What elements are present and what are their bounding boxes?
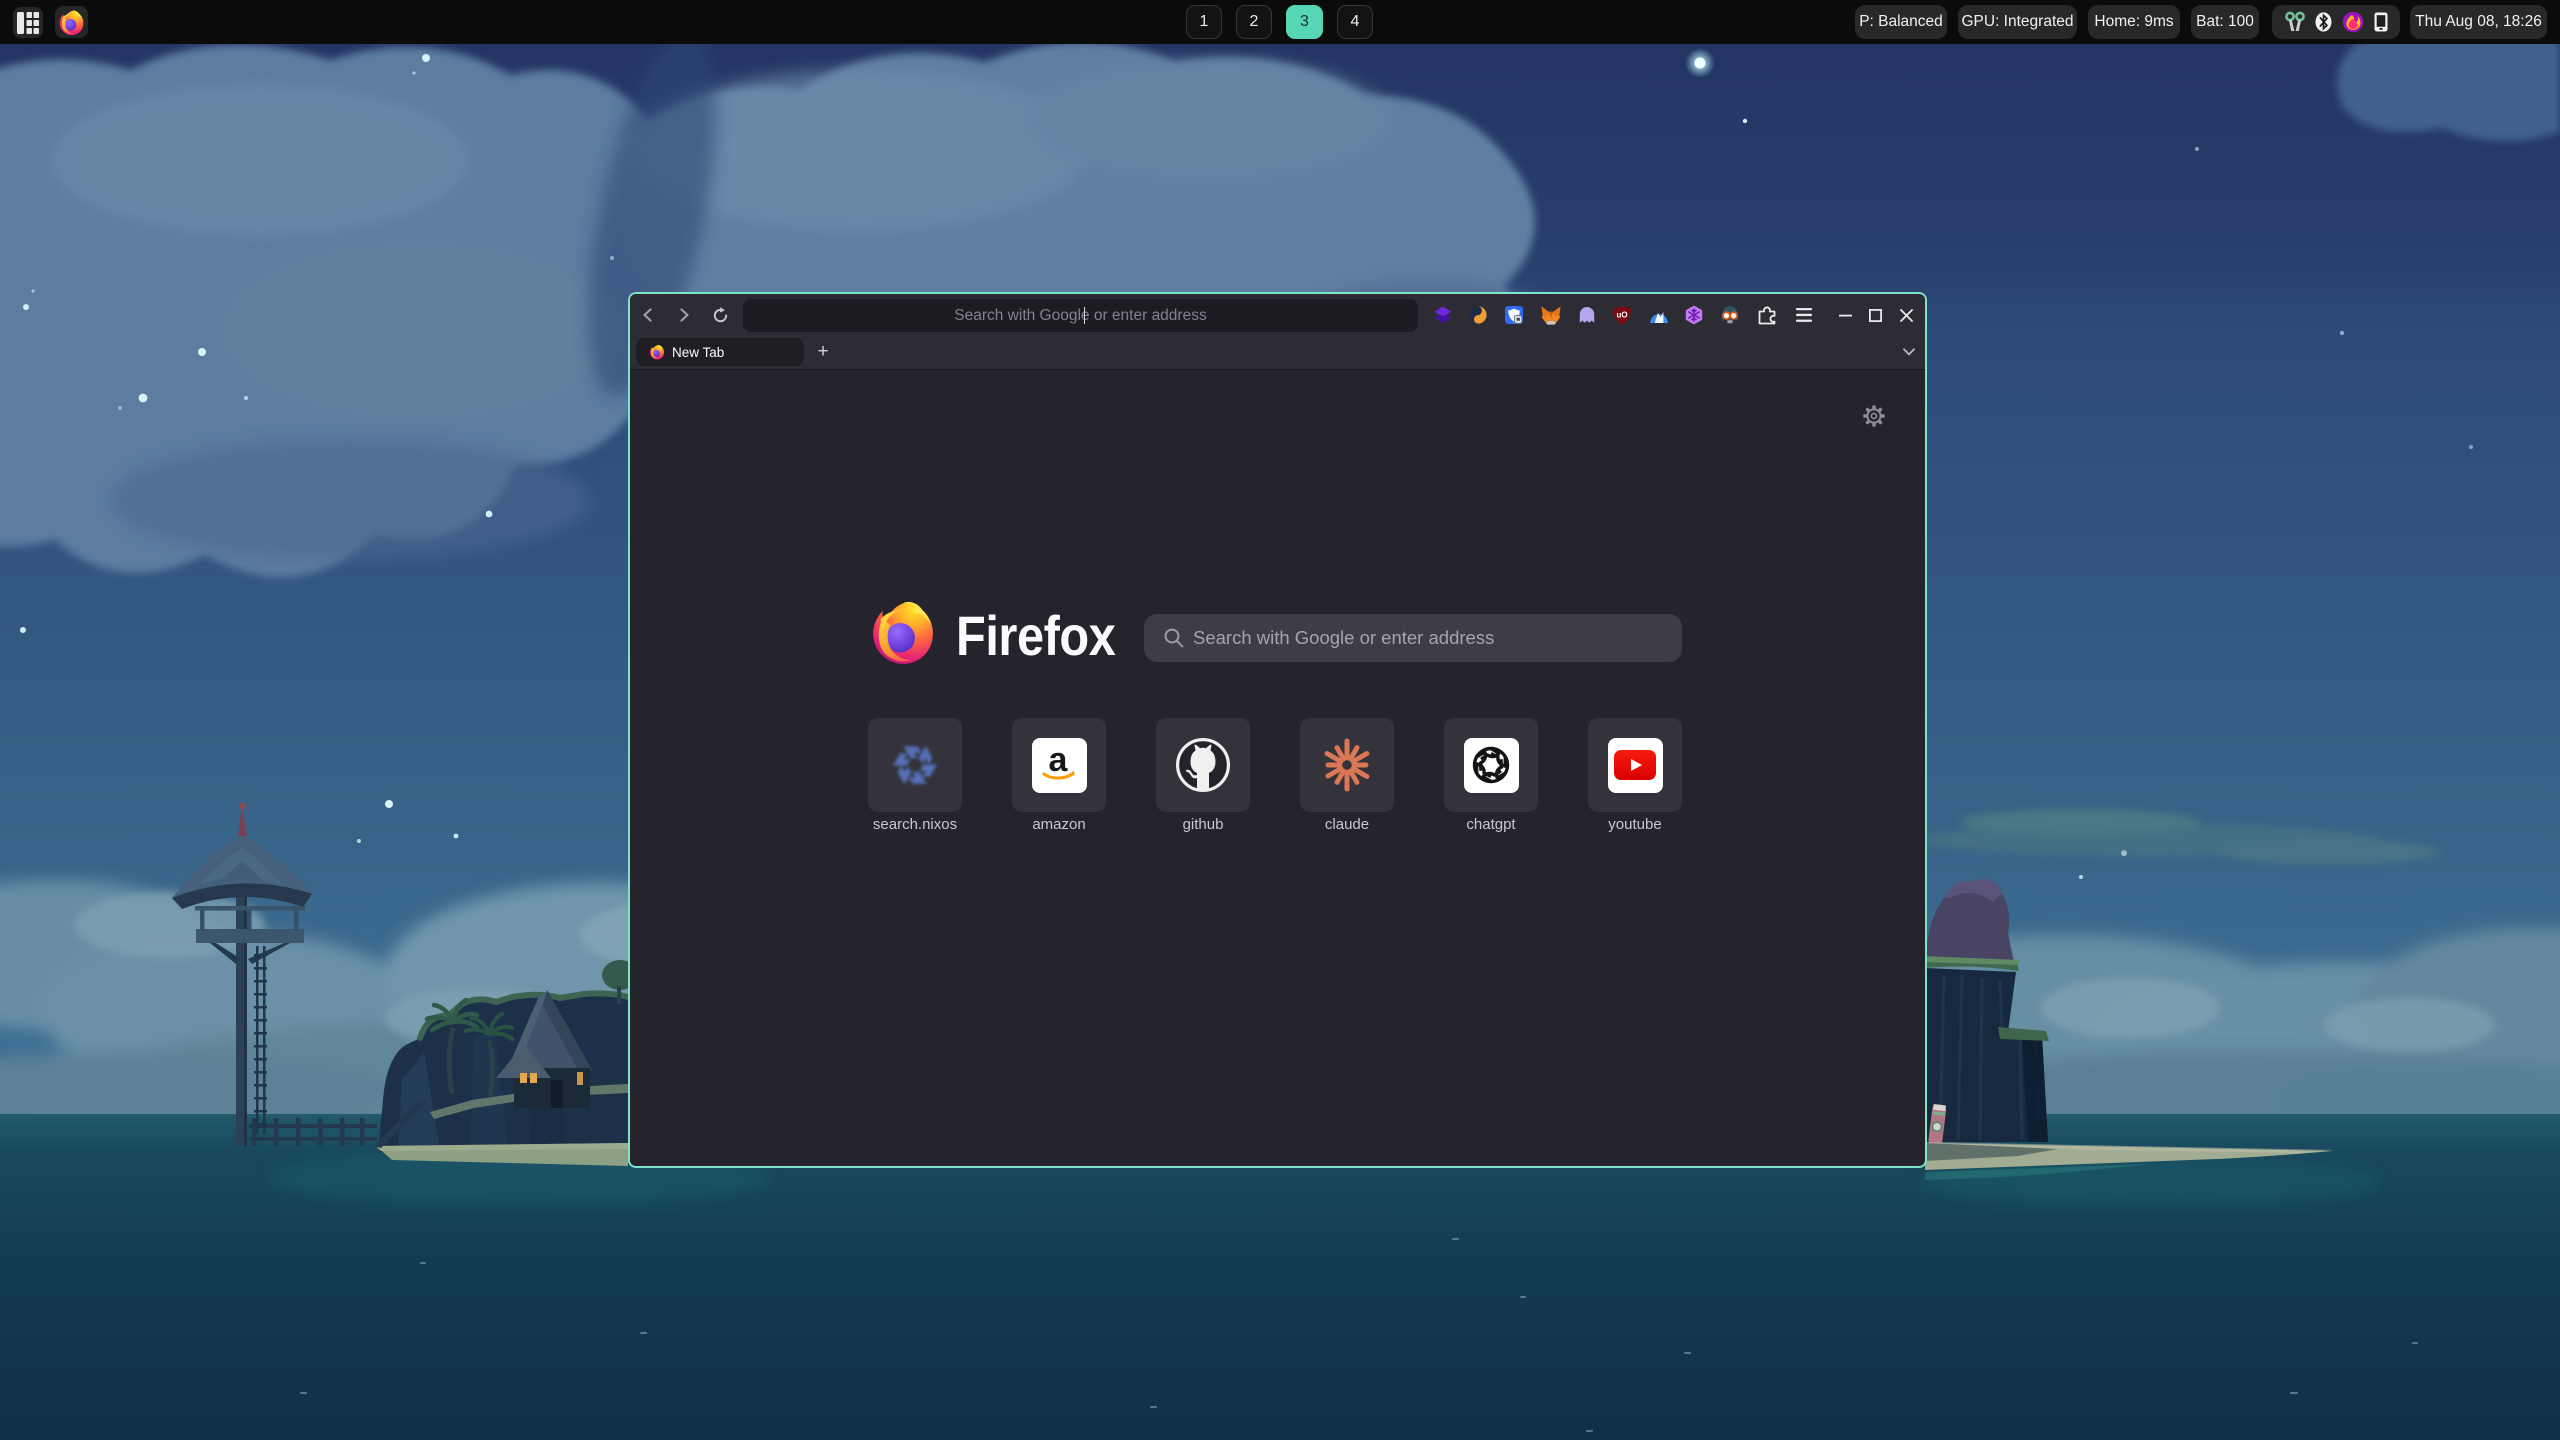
- svg-text:uO: uO: [1616, 311, 1627, 320]
- svg-text:a: a: [1049, 743, 1069, 779]
